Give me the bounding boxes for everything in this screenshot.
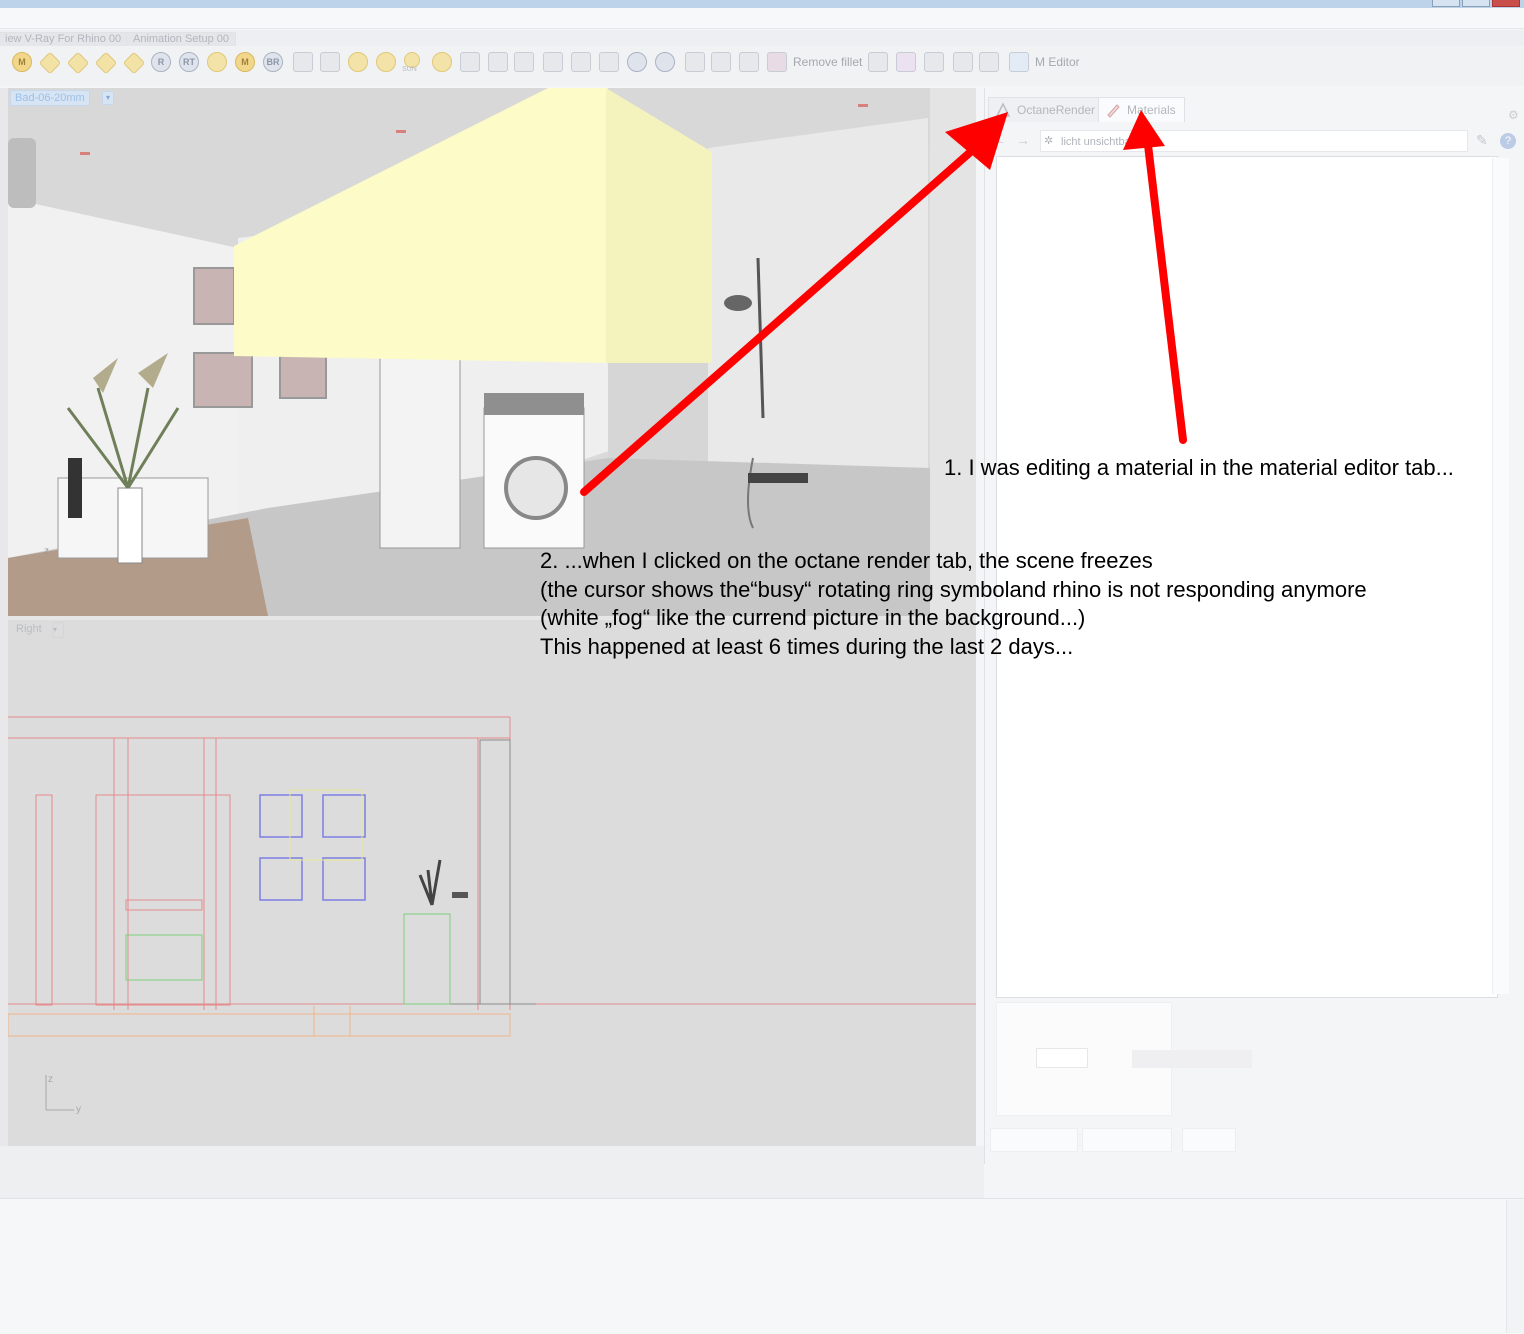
window-controls: [1432, 0, 1520, 8]
preview-button[interactable]: [1036, 1048, 1088, 1068]
m-editor-button[interactable]: M Editor: [1035, 55, 1080, 69]
minimize-button[interactable]: [1432, 0, 1460, 7]
material-star-icon: ✲: [1044, 135, 1054, 147]
material-m-icon[interactable]: M: [12, 52, 32, 72]
wrench-icon[interactable]: ✎: [1476, 132, 1488, 149]
perspective-viewport[interactable]: z: [8, 88, 930, 616]
viewport-border: [930, 88, 976, 616]
right-viewport[interactable]: z y: [8, 620, 976, 1146]
light-icon[interactable]: [488, 52, 508, 72]
command-scrollbar[interactable]: [1506, 1200, 1524, 1333]
help-icon[interactable]: ?: [1500, 133, 1516, 149]
axis-z-label: z: [48, 1074, 53, 1085]
plane-icon[interactable]: [571, 52, 591, 72]
forward-arrow-icon[interactable]: →: [1016, 132, 1030, 148]
materials-scrollbar[interactable]: [1492, 158, 1509, 994]
light-sphere-icon[interactable]: [432, 52, 452, 72]
render-r-icon[interactable]: R: [151, 52, 171, 72]
close-button[interactable]: [1492, 0, 1520, 7]
help-icon[interactable]: [627, 52, 647, 72]
material-ball-icon[interactable]: [655, 52, 675, 72]
sun-label: SUN: [402, 66, 417, 73]
spotlight-icon[interactable]: [460, 52, 480, 72]
back-arrow-icon[interactable]: ←: [992, 132, 1006, 148]
annotation-note-2-line: 2. ...when I clicked on the octane rende…: [540, 548, 1153, 573]
status-area: [0, 1146, 984, 1198]
vegetation-icon[interactable]: [599, 52, 619, 72]
tab-octanerender[interactable]: OctaneRender: [988, 97, 1105, 122]
left-toolbar-strip: [0, 88, 8, 1146]
chevron-down-icon[interactable]: ▾: [52, 622, 64, 638]
annotation-note-1: 1. I was editing a material in the mater…: [944, 455, 1454, 480]
annotation-note-2-line: (white „fog“ like the currend picture in…: [540, 605, 1086, 630]
panel-button-3[interactable]: [1182, 1128, 1236, 1152]
building-icon[interactable]: [293, 52, 313, 72]
box-icon[interactable]: [767, 52, 787, 72]
preview-slider[interactable]: [1132, 1050, 1252, 1068]
materials-brush-icon: [1107, 104, 1120, 118]
menu-bar: [0, 8, 1524, 29]
render-rt-icon[interactable]: RT: [179, 52, 199, 72]
material-m-small-icon[interactable]: M: [235, 52, 255, 72]
address-text: licht unsichtba: [1061, 136, 1131, 148]
target-icon[interactable]: [207, 52, 227, 72]
link-icon[interactable]: [739, 52, 759, 72]
annotation-note-2: 2. ...when I clicked on the octane rende…: [540, 547, 1367, 661]
svg-text:z: z: [44, 546, 49, 557]
tab-animation-setup[interactable]: Animation Setup 00: [126, 32, 237, 47]
tab-vray-toolbar[interactable]: iew V-Ray For Rhino 00: [0, 32, 129, 47]
color-bars-icon[interactable]: [896, 52, 916, 72]
title-bar: [0, 0, 1524, 8]
annotation-note-2-line: This happened at least 6 times during th…: [540, 633, 1074, 659]
network-icon[interactable]: [924, 52, 944, 72]
chevron-down-icon[interactable]: ▾: [102, 91, 114, 105]
viewport-title-right[interactable]: Right: [12, 622, 46, 636]
annotation-note-2-line: (the cursor shows the“busy“ rotating rin…: [540, 576, 1367, 602]
tab-materials-label: Materials: [1127, 103, 1176, 117]
octane-icon: [995, 102, 1011, 117]
tab-octanerender-label: OctaneRender: [1017, 103, 1096, 117]
target-icon[interactable]: [376, 52, 396, 72]
tab-materials[interactable]: Materials: [1098, 97, 1185, 122]
right-view-drawing: z y: [8, 620, 976, 1146]
perspective-scene: z: [8, 88, 930, 616]
remove-fillet-button[interactable]: Remove fillet: [793, 55, 862, 69]
command-history-area[interactable]: [0, 1198, 1524, 1334]
sphere-icon[interactable]: [348, 52, 368, 72]
maximize-button[interactable]: [1462, 0, 1490, 7]
arrow-light-icon[interactable]: [514, 52, 534, 72]
frame-icon[interactable]: [953, 52, 973, 72]
panel-button-1[interactable]: [990, 1128, 1078, 1152]
gear-cluster-icon[interactable]: [711, 52, 731, 72]
render-br-icon[interactable]: BR: [263, 52, 283, 72]
axis-y-label: y: [76, 1104, 81, 1115]
viewport-title-perspective[interactable]: Bad-06-20mm: [10, 90, 90, 106]
expand-icon[interactable]: [1009, 52, 1029, 72]
transform-icon[interactable]: [685, 52, 705, 72]
panel-button-2[interactable]: [1082, 1128, 1172, 1152]
address-bar[interactable]: licht unsichtba: [1040, 130, 1468, 152]
pointer-icon[interactable]: [979, 52, 999, 72]
toolbar: [0, 46, 1524, 86]
dome-icon[interactable]: [543, 52, 563, 72]
grid-icon[interactable]: [320, 52, 340, 72]
toolbar-tab-strip: iew V-Ray For Rhino 00 Animation Setup 0…: [0, 30, 1524, 47]
page-icon[interactable]: [868, 52, 888, 72]
gear-icon[interactable]: ⚙: [1508, 108, 1519, 122]
